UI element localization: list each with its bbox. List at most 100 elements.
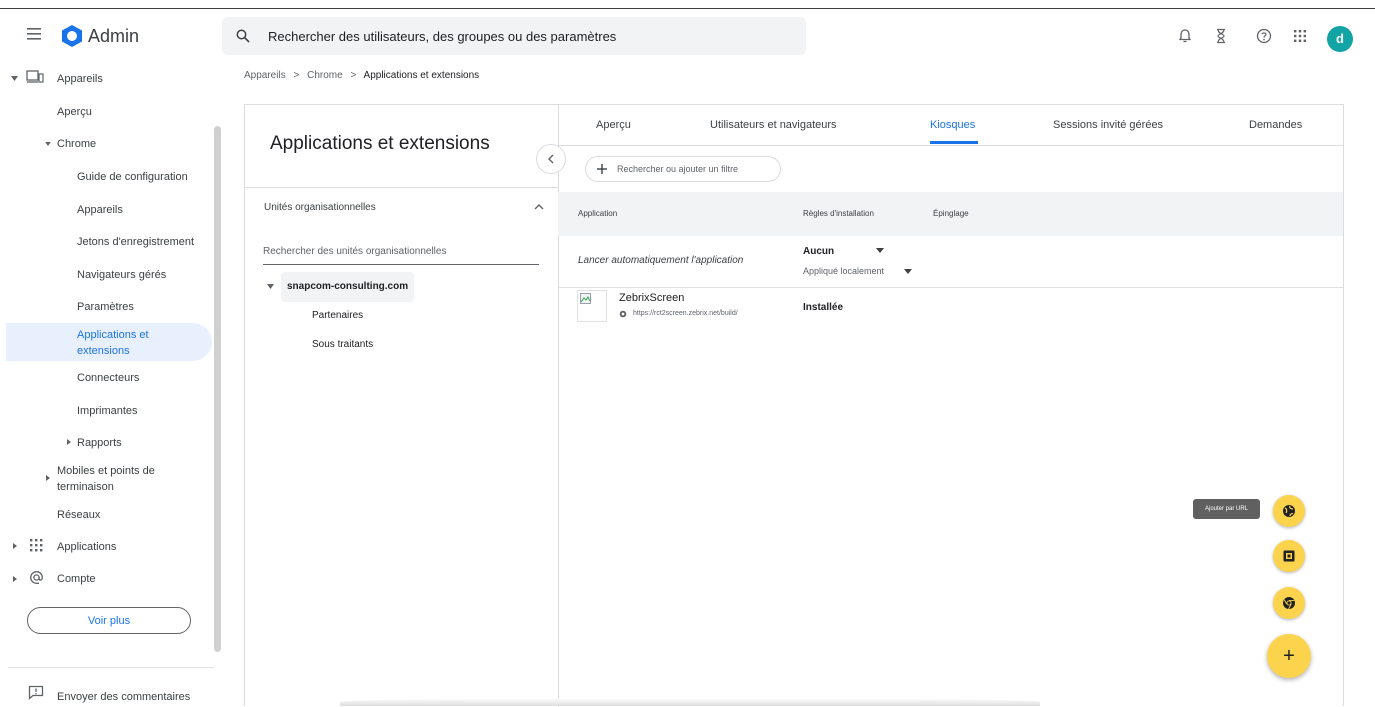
breadcrumb-appareils[interactable]: Appareils <box>244 70 286 81</box>
collapse-panel-button[interactable] <box>536 144 566 174</box>
help-icon[interactable] <box>1256 28 1272 44</box>
store-icon <box>1283 550 1295 562</box>
sidebar-item-jetons[interactable]: Jetons d'enregistrement <box>77 236 194 248</box>
dropdown-arrow-icon[interactable] <box>876 248 884 253</box>
globe-icon <box>619 310 627 318</box>
notifications-bell-icon[interactable] <box>1177 28 1193 44</box>
add-app-fab[interactable]: + <box>1267 634 1311 678</box>
sidebar-item-mobiles-line2[interactable]: terminaison <box>57 481 114 493</box>
sidebar-item-parametres[interactable]: Paramètres <box>77 301 134 313</box>
apps-content-panel: Aperçu Utilisateurs et navigateurs Kiosq… <box>558 105 1343 707</box>
search-icon <box>236 29 250 43</box>
org-units-panel: Applications et extensions Unités organi… <box>245 105 559 707</box>
org-unit-sous-traitants[interactable]: Sous traitants <box>312 339 373 350</box>
chevron-left-icon <box>548 154 554 164</box>
caret-right-icon[interactable] <box>46 475 50 481</box>
caret-right-icon[interactable] <box>13 576 17 582</box>
sidebar-item-apercu[interactable]: Aperçu <box>57 106 92 118</box>
chevron-up-icon[interactable] <box>534 203 544 210</box>
tab-demandes[interactable]: Demandes <box>1249 119 1302 131</box>
dropdown-arrow-icon[interactable] <box>904 269 912 274</box>
auto-launch-select[interactable]: Aucun <box>803 246 834 257</box>
app-url: https://rct2screen.zebrix.net/build/ <box>633 310 738 317</box>
sidebar-scrollbar[interactable] <box>214 126 221 652</box>
admin-logo-icon <box>62 25 82 47</box>
breadcrumb-chrome[interactable]: Chrome <box>307 70 343 81</box>
add-from-play-store-button[interactable] <box>1273 540 1305 572</box>
search-underline <box>263 264 539 265</box>
column-header-epinglage[interactable]: Épinglage <box>933 209 969 218</box>
tab-apercu[interactable]: Aperçu <box>596 119 631 131</box>
app-title: Admin <box>88 26 140 46</box>
sidebar-nav: Appareils Aperçu Chrome Guide de configu… <box>0 64 222 706</box>
column-header-regles[interactable]: Règles d'installation <box>803 209 874 218</box>
applied-locally-select[interactable]: Appliqué localement <box>803 266 884 276</box>
active-tab-indicator <box>930 141 978 144</box>
tab-kiosques[interactable]: Kiosques <box>930 119 975 131</box>
caret-right-icon[interactable] <box>67 439 71 445</box>
sidebar-item-imprimantes[interactable]: Imprimantes <box>77 405 138 417</box>
sidebar-item-mobiles[interactable]: Mobiles et points de <box>57 465 155 477</box>
breadcrumb-separator: > <box>293 70 300 81</box>
sidebar-item-applications-extensions-line2[interactable]: extensions <box>77 345 130 357</box>
sidebar-divider <box>8 667 214 668</box>
sidebar-item-connecteurs[interactable]: Connecteurs <box>77 372 139 384</box>
install-status[interactable]: Installée <box>803 302 843 313</box>
page-title: Applications et extensions <box>270 133 490 154</box>
filter-chip[interactable]: Rechercher ou ajouter un filtre <box>585 156 781 182</box>
sidebar-item-applications-extensions[interactable]: Applications et <box>77 329 149 341</box>
apps-grid-icon <box>30 539 43 552</box>
chrome-icon <box>1283 597 1295 610</box>
breadcrumb: Appareils > Chrome > Applications et ext… <box>244 70 479 81</box>
app-name[interactable]: ZebrixScreen <box>619 292 684 304</box>
sidebar-item-appareils[interactable]: Appareils <box>57 73 103 85</box>
bottom-scroll-shadow <box>340 698 1040 706</box>
sidebar-item-navigateurs[interactable]: Navigateurs gérés <box>77 269 166 281</box>
search-input[interactable]: Rechercher des utilisateurs, des groupes… <box>268 29 616 44</box>
sidebar-item-compte[interactable]: Compte <box>57 573 96 585</box>
org-units-search-input[interactable]: Rechercher des unités organisationnelles <box>263 246 446 257</box>
caret-right-icon[interactable] <box>13 543 17 549</box>
org-unit-root[interactable]: snapcom-consulting.com <box>281 272 415 302</box>
sidebar-item-applications[interactable]: Applications <box>57 541 116 553</box>
tab-utilisateurs-navigateurs[interactable]: Utilisateurs et navigateurs <box>710 119 837 131</box>
sidebar-item-appareils-chrome[interactable]: Appareils <box>77 204 123 216</box>
apps-grid-icon[interactable] <box>1292 28 1308 44</box>
add-from-chrome-store-button[interactable] <box>1273 587 1305 619</box>
add-by-url-tooltip: Ajouter par URL <box>1193 499 1260 519</box>
column-header-application[interactable]: Application <box>578 209 617 218</box>
org-units-label: Unités organisationnelles <box>264 202 376 213</box>
row-divider <box>558 287 1343 288</box>
main-card: Applications et extensions Unités organi… <box>244 104 1344 707</box>
breadcrumb-separator: > <box>350 70 357 81</box>
filter-input[interactable]: Rechercher ou ajouter un filtre <box>617 164 738 174</box>
search-bar[interactable]: Rechercher des utilisateurs, des groupes… <box>222 17 806 55</box>
caret-down-icon[interactable] <box>45 142 51 146</box>
caret-down-icon[interactable] <box>11 76 18 81</box>
plus-icon <box>597 164 607 174</box>
tab-sessions-invite[interactable]: Sessions invité gérées <box>1053 119 1163 131</box>
hamburger-menu-icon[interactable] <box>26 27 44 41</box>
feedback-icon <box>28 685 44 700</box>
sidebar-item-rapports[interactable]: Rapports <box>77 437 122 449</box>
devices-icon <box>26 70 44 83</box>
caret-down-icon[interactable] <box>267 284 274 289</box>
breadcrumb-current: Applications et extensions <box>363 70 480 81</box>
add-by-url-button[interactable] <box>1273 495 1305 527</box>
voir-plus-button[interactable]: Voir plus <box>27 607 191 634</box>
tabs-divider <box>558 145 1343 146</box>
panel-divider <box>245 187 558 188</box>
broken-image-icon <box>580 293 591 304</box>
user-avatar[interactable]: d <box>1327 26 1353 52</box>
hourglass-tasks-icon[interactable] <box>1213 28 1229 44</box>
org-unit-partenaires[interactable]: Partenaires <box>312 310 363 321</box>
app-image-placeholder <box>577 290 607 322</box>
at-sign-icon <box>30 571 43 584</box>
window-top-border <box>0 8 1375 9</box>
auto-launch-label: Lancer automatiquement l'application <box>578 255 744 266</box>
sidebar-item-reseaux[interactable]: Réseaux <box>57 509 100 521</box>
sidebar-item-guide[interactable]: Guide de configuration <box>77 171 188 183</box>
sidebar-item-chrome[interactable]: Chrome <box>57 138 96 150</box>
send-feedback-link[interactable]: Envoyer des commentaires <box>57 691 190 703</box>
top-app-bar: Admin Rechercher des utilisateurs, des g… <box>0 10 1375 66</box>
